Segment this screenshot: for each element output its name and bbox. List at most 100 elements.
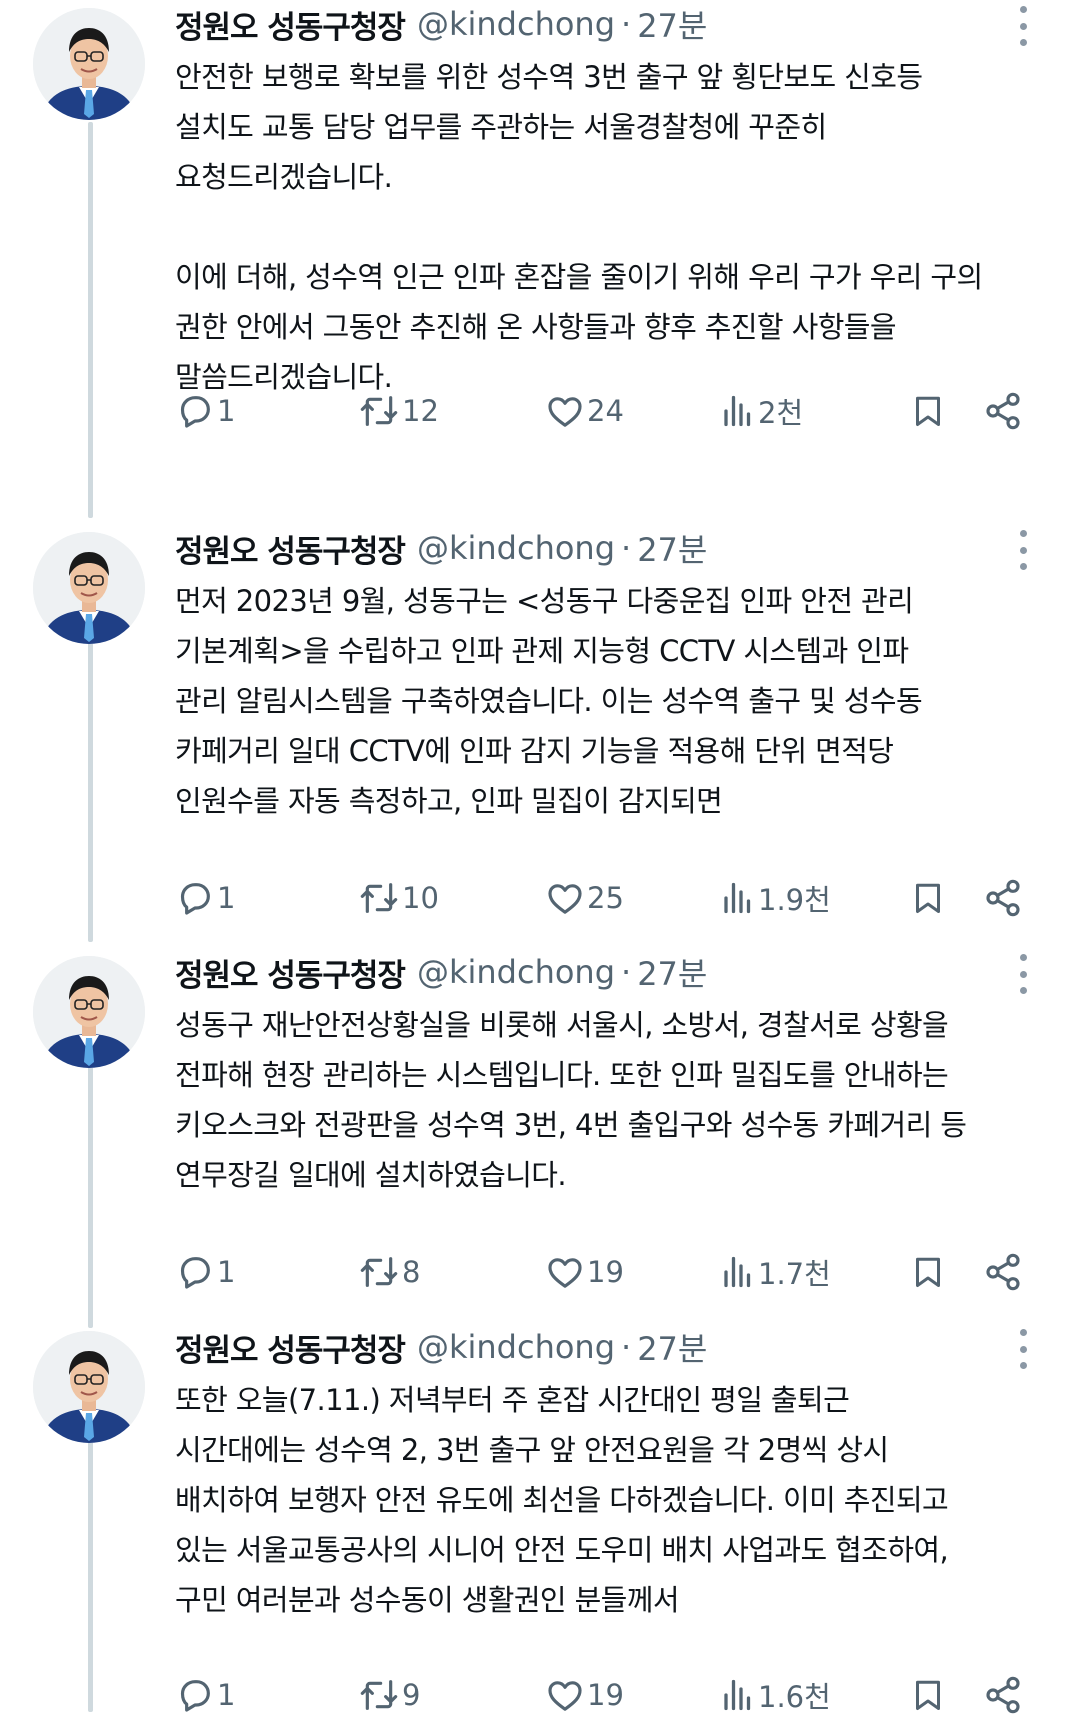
heart-icon — [548, 884, 582, 914]
heart-icon — [548, 1258, 582, 1288]
author-handle[interactable]: @kindchong — [417, 529, 615, 567]
views-count: 2천 — [758, 396, 804, 430]
tweet-header: 정원오 성동구청장 @kindchong · 27분 — [175, 524, 707, 572]
tweet-timestamp[interactable]: 27분 — [637, 525, 707, 571]
tweet-text: 안전한 보행로 확보를 위한 성수역 3번 출구 앞 횡단보도 신호등 설치도 … — [175, 52, 1055, 402]
retweet-icon — [360, 1680, 398, 1710]
author-name[interactable]: 정원오 성동구청장 — [175, 1325, 406, 1370]
tweet-text-line: 시간대에는 성수역 2, 3번 출구 앞 안전요원을 각 2명씩 상시 — [175, 1433, 889, 1467]
separator-dot: · — [621, 953, 632, 991]
author-handle[interactable]: @kindchong — [417, 1328, 615, 1366]
more-vertical-icon[interactable] — [1010, 1329, 1036, 1369]
avatar[interactable] — [33, 532, 145, 644]
thread-connector-line — [88, 612, 93, 942]
avatar[interactable] — [33, 956, 145, 1068]
tweet-text: 또한 오늘(7.11.) 저녁부터 주 혼잡 시간대인 평일 출퇴근 시간대에는… — [175, 1375, 1055, 1625]
tweet-text-line: 성동구 재난안전상황실을 비롯해 서울시, 소방서, 경찰서로 상황을 — [175, 1008, 949, 1042]
retweet-count: 9 — [402, 1678, 421, 1712]
separator-dot: · — [621, 529, 632, 567]
like-count: 24 — [587, 394, 624, 428]
thread-connector-line — [88, 1065, 93, 1328]
avatar[interactable] — [33, 1331, 145, 1443]
share-icon — [986, 1253, 1020, 1291]
reply-count: 1 — [217, 1678, 236, 1712]
reply-icon — [180, 883, 210, 915]
like-count: 19 — [587, 1255, 624, 1289]
share-button[interactable] — [983, 387, 1023, 435]
bookmark-button[interactable] — [910, 387, 946, 435]
bookmark-button[interactable] — [910, 1248, 946, 1296]
share-button[interactable] — [983, 1248, 1023, 1296]
author-handle[interactable]: @kindchong — [417, 953, 615, 991]
bookmark-icon — [916, 1257, 940, 1287]
share-icon — [986, 1676, 1020, 1714]
author-name[interactable]: 정원오 성동구청장 — [175, 526, 406, 571]
retweet-button[interactable]: 12 — [358, 387, 439, 435]
like-button[interactable]: 24 — [545, 387, 624, 435]
author-handle[interactable]: @kindchong — [417, 5, 615, 43]
reply-button[interactable]: 1 — [175, 1248, 235, 1296]
retweet-button[interactable]: 8 — [358, 1248, 420, 1296]
thread-connector-line — [88, 122, 93, 518]
retweet-icon — [360, 883, 398, 913]
views-count: 1.9천 — [758, 883, 831, 917]
reply-button[interactable]: 1 — [175, 874, 235, 922]
tweet-text: 성동구 재난안전상황실을 비롯해 서울시, 소방서, 경찰서로 상황을 전파해 … — [175, 1000, 1055, 1200]
more-vertical-icon[interactable] — [1010, 530, 1036, 570]
retweet-icon — [360, 396, 398, 426]
views-chart-icon — [724, 1256, 751, 1288]
views-button[interactable]: 1.7천 — [720, 1248, 831, 1296]
tweet-text-line: 기본계획>을 수립하고 인파 관제 지능형 CCTV 시스템과 인파 — [175, 634, 909, 668]
like-count: 25 — [587, 881, 624, 915]
tweet-text-line: 있는 서울교통공사의 시니어 안전 도우미 배치 사업과도 협조하여, — [175, 1533, 949, 1567]
tweet-actions: 1 10 25 1.9천 — [175, 874, 1035, 922]
tweet-timestamp[interactable]: 27분 — [637, 1, 707, 47]
more-vertical-icon[interactable] — [1010, 954, 1036, 994]
reply-count: 1 — [217, 1255, 236, 1289]
tweet-text-line: 설치도 교통 담당 업무를 주관하는 서울경찰청에 꾸준히 — [175, 110, 827, 144]
tweet-text: 먼저 2023년 9월, 성동구는 <성동구 다중운집 인파 안전 관리 기본계… — [175, 576, 1055, 826]
bookmark-icon — [916, 1680, 940, 1710]
like-button[interactable]: 25 — [545, 874, 624, 922]
views-button[interactable]: 2천 — [720, 387, 803, 435]
retweet-count: 10 — [402, 881, 439, 915]
tweet-text-line: 먼저 2023년 9월, 성동구는 <성동구 다중운집 인파 안전 관리 — [175, 584, 914, 618]
retweet-count: 8 — [402, 1255, 421, 1289]
reply-button[interactable]: 1 — [175, 387, 235, 435]
tweet-actions: 1 12 24 2천 — [175, 387, 1035, 435]
tweet-timestamp[interactable]: 27분 — [637, 949, 707, 995]
share-button[interactable] — [983, 874, 1023, 922]
avatar[interactable] — [33, 8, 145, 120]
tweet-text-line: 인원수를 자동 측정하고, 인파 밀집이 감지되면 — [175, 784, 723, 818]
tweet-text-line: 이에 더해, 성수역 인근 인파 혼잡을 줄이기 위해 우리 구가 우리 구의 — [175, 260, 983, 294]
views-count: 1.6천 — [758, 1680, 831, 1714]
tweet-header: 정원오 성동구청장 @kindchong · 27분 — [175, 0, 707, 48]
views-button[interactable]: 1.9천 — [720, 874, 831, 922]
views-chart-icon — [724, 1679, 751, 1711]
like-button[interactable]: 19 — [545, 1248, 624, 1296]
retweet-button[interactable]: 10 — [358, 874, 439, 922]
bookmark-button[interactable] — [910, 874, 946, 922]
tweet-text-line: 배치하여 보행자 안전 유도에 최선을 다하겠습니다. 이미 추진되고 — [175, 1483, 949, 1517]
tweet-text-line: 전파해 현장 관리하는 시스템입니다. 또한 인파 밀집도를 안내하는 — [175, 1058, 949, 1092]
tweet-timestamp[interactable]: 27분 — [637, 1324, 707, 1370]
tweet-text-line: 권한 안에서 그동안 추진해 온 사항들과 향후 추진할 사항들을 — [175, 310, 897, 344]
reply-icon — [180, 1257, 210, 1289]
reply-icon — [180, 1680, 210, 1712]
more-vertical-icon[interactable] — [1010, 6, 1036, 46]
views-chart-icon — [724, 882, 751, 914]
bookmark-icon — [916, 883, 940, 913]
author-name[interactable]: 정원오 성동구청장 — [175, 950, 406, 995]
author-name[interactable]: 정원오 성동구청장 — [175, 2, 406, 47]
thread-connector-line — [88, 1440, 93, 1712]
tweet-actions: 1 8 19 1.7천 — [175, 1248, 1035, 1296]
retweet-count: 12 — [402, 394, 439, 428]
tweet-text-line: 안전한 보행로 확보를 위한 성수역 3번 출구 앞 횡단보도 신호등 — [175, 60, 923, 94]
reply-count: 1 — [217, 881, 236, 915]
share-icon — [986, 879, 1020, 917]
tweet-text-line: 또한 오늘(7.11.) 저녁부터 주 혼잡 시간대인 평일 출퇴근 — [175, 1383, 850, 1417]
retweet-icon — [360, 1257, 398, 1287]
heart-icon — [548, 1681, 582, 1711]
reply-icon — [180, 396, 210, 428]
